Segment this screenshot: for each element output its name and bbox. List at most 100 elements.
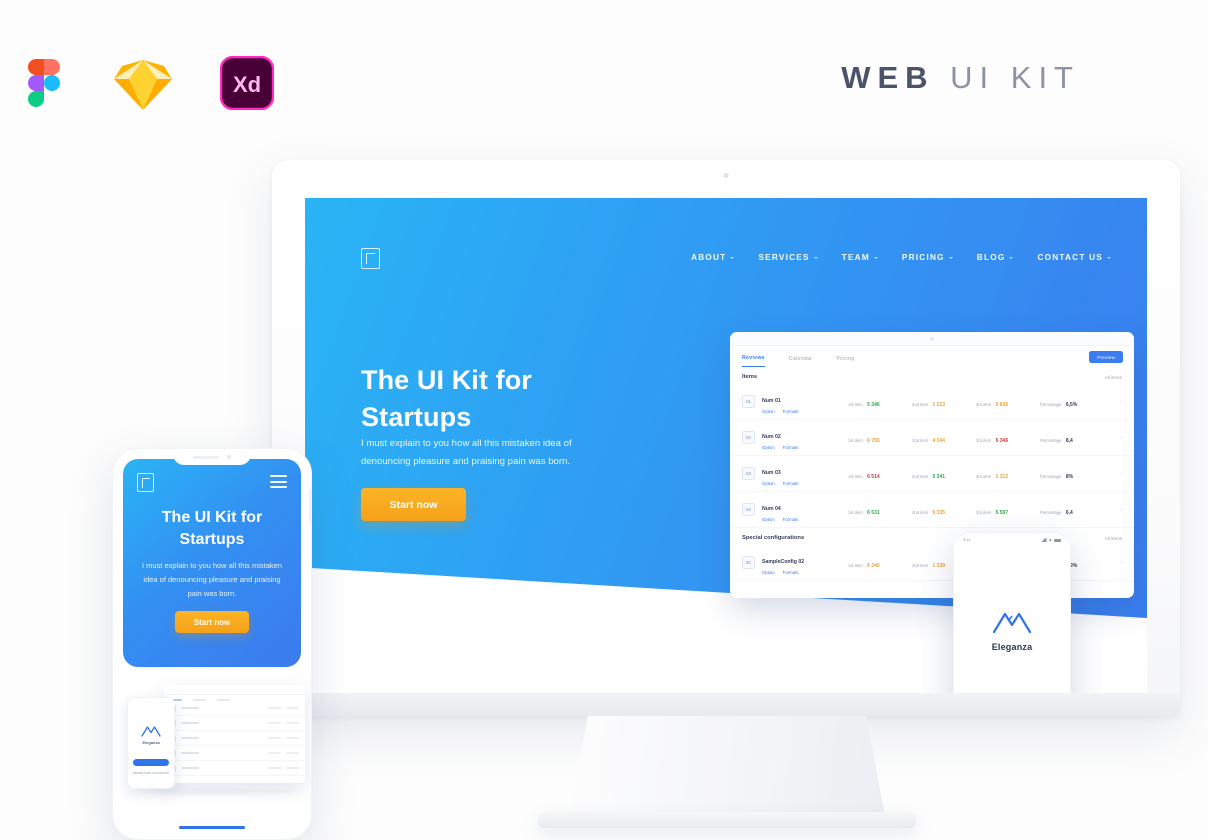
row-option-1[interactable]: Option	[762, 517, 775, 522]
row-option-2[interactable]: Formats	[783, 570, 799, 575]
col-value: 4 344	[932, 437, 946, 444]
row-badge: 02	[742, 431, 755, 444]
table-row[interactable]: 01 Num 01 Option Formats 1st item 5 346 …	[730, 384, 1134, 420]
section-title: Special configurations	[742, 535, 805, 541]
row-badge: SC	[742, 556, 755, 569]
table-row[interactable]: 03 Num 03 Option Formats 1st item 6 514 …	[730, 456, 1134, 492]
row-options[interactable]: Option Formats	[762, 517, 848, 522]
hero-title: The UI Kit for Startups	[361, 362, 532, 436]
chevron-down-icon	[1009, 256, 1014, 259]
monitor-stand-neck	[569, 716, 885, 816]
site-logo-icon[interactable]	[361, 248, 380, 269]
chevron-right-icon[interactable]: ›	[1120, 435, 1122, 441]
chevron-right-icon[interactable]: ›	[1120, 507, 1122, 513]
mobile-hero-section: The UI Kit for Startups I must explain t…	[123, 459, 301, 667]
row-col-4: Percentage 6,4	[1040, 501, 1104, 519]
row-name: Num 02	[762, 434, 781, 440]
mobile-hero-subtitle: I must explain to you how all this mista…	[141, 561, 283, 598]
row-options[interactable]: Option Formats	[762, 570, 848, 575]
col-label: 2nd item	[912, 473, 929, 479]
chevron-right-icon[interactable]: ›	[1120, 399, 1122, 405]
table-row[interactable]: SC SampleConfig 02 Option Formats 1st it…	[730, 545, 1134, 581]
mobile-phone-mockup: The UI Kit for Startups I must explain t…	[112, 448, 312, 840]
table-row[interactable]: 02 Num 02 Option Formats 1st item 6 755 …	[730, 420, 1134, 456]
hero-subtitle: I must explain to you how all this mista…	[361, 438, 572, 467]
col-label: Percentage	[1040, 473, 1062, 479]
row-option-1[interactable]: Option	[762, 481, 775, 486]
row-col-3: 3rd item 1 312	[976, 465, 1040, 483]
col-value: 5 597	[995, 509, 1009, 516]
page-title: WEB UI KIT	[841, 60, 1080, 96]
hero-cta-button[interactable]: Start now	[361, 488, 466, 521]
nav-item-pricing[interactable]: PRICING	[902, 253, 953, 262]
col-label: 3rd item	[976, 473, 992, 479]
section-action-link[interactable]: All items	[1105, 375, 1122, 380]
col-value: 5 636	[995, 401, 1009, 408]
mini-tab-3	[217, 699, 230, 701]
chevron-right-icon[interactable]: ›	[1120, 560, 1122, 566]
nav-label: PRICING	[901, 253, 945, 262]
nav-label: BLOG	[976, 253, 1006, 262]
row-option-2[interactable]: Formats	[783, 445, 799, 450]
mountain-logo-icon	[992, 612, 1032, 634]
chevron-down-icon	[948, 256, 953, 259]
mini-row-value	[268, 767, 281, 769]
tab-pricing[interactable]: Pricing	[836, 356, 854, 367]
row-col-4: Percentage 8%	[1040, 465, 1104, 483]
row-col-3: 3rd item 5 346	[976, 429, 1040, 447]
nav-item-services[interactable]: SERVICES	[758, 253, 818, 262]
row-options[interactable]: Option Formats	[762, 481, 848, 486]
phone-brand-block: Eleganza	[954, 608, 1070, 652]
row-col-3: 3rd item 5 597	[976, 501, 1040, 519]
site-logo-icon[interactable]	[137, 473, 154, 492]
hamburger-menu-icon[interactable]	[270, 475, 287, 492]
chevron-down-icon	[1107, 256, 1111, 259]
tab-calendar[interactable]: Calendar	[789, 356, 812, 367]
figma-logo-icon	[22, 52, 66, 119]
dashboard-preview-button[interactable]: Preview	[1089, 351, 1123, 363]
col-label: 3rd item	[976, 437, 992, 443]
row-options[interactable]: Option Formats	[762, 445, 848, 450]
row-option-1[interactable]: Option	[762, 445, 775, 450]
mobile-cta-button[interactable]: Start now	[175, 611, 249, 633]
row-col-2: 2nd item 5 335	[912, 501, 976, 519]
nav-item-about[interactable]: ABOUT	[691, 253, 735, 262]
sketch-logo-icon	[112, 54, 174, 117]
row-col-4: Percentage 6,5%	[1040, 393, 1104, 411]
nav-label: SERVICES	[758, 253, 810, 262]
dashboard-titlebar	[730, 332, 1134, 346]
row-option-2[interactable]: Formats	[783, 481, 799, 486]
row-name-cell: Num 02 Option Formats	[762, 425, 848, 450]
col-value: 6 531	[867, 509, 880, 516]
col-label: 1st item	[848, 509, 863, 515]
mini-phone-mockup: Eleganza Already have an account?	[127, 697, 175, 789]
page-title-bold: WEB	[841, 60, 935, 95]
wifi-icon: ▲	[1048, 537, 1053, 542]
phone-notch	[991, 533, 1033, 542]
section-action-link[interactable]: All items	[1105, 536, 1122, 541]
row-option-1[interactable]: Option	[762, 409, 775, 414]
row-options[interactable]: Option Formats	[762, 409, 848, 414]
table-row[interactable]: 04 Num 04 Option Formats 1st item 6 531 …	[730, 492, 1134, 528]
mini-row-label	[181, 737, 199, 739]
signal-icon	[1041, 538, 1047, 542]
nav-label: CONTACT US	[1037, 253, 1103, 262]
row-option-1[interactable]: Option	[762, 570, 775, 575]
row-name-cell: Num 04 Option Formats	[762, 497, 848, 522]
tab-reviews[interactable]: Reviews	[742, 355, 765, 367]
nav-item-blog[interactable]: BLOG	[977, 253, 1014, 262]
nav-label: TEAM	[841, 253, 870, 262]
col-value: 5 346	[995, 437, 1009, 444]
row-name: Num 01	[762, 398, 781, 404]
chevron-right-icon[interactable]: ›	[1120, 471, 1122, 477]
nav-item-contact-us[interactable]: CONTACT US	[1037, 253, 1111, 262]
col-label: 1st item	[848, 473, 863, 479]
mini-row-value	[268, 737, 281, 739]
col-value: 6,4	[1065, 509, 1073, 516]
row-col-2: 2nd item 4 344	[912, 429, 976, 447]
row-option-2[interactable]: Formats	[783, 409, 799, 414]
nav-item-team[interactable]: TEAM	[842, 253, 878, 262]
row-option-2[interactable]: Formats	[783, 517, 799, 522]
col-label: 3rd item	[976, 509, 992, 515]
mobile-hero-title: The UI Kit for Startups	[123, 507, 301, 551]
